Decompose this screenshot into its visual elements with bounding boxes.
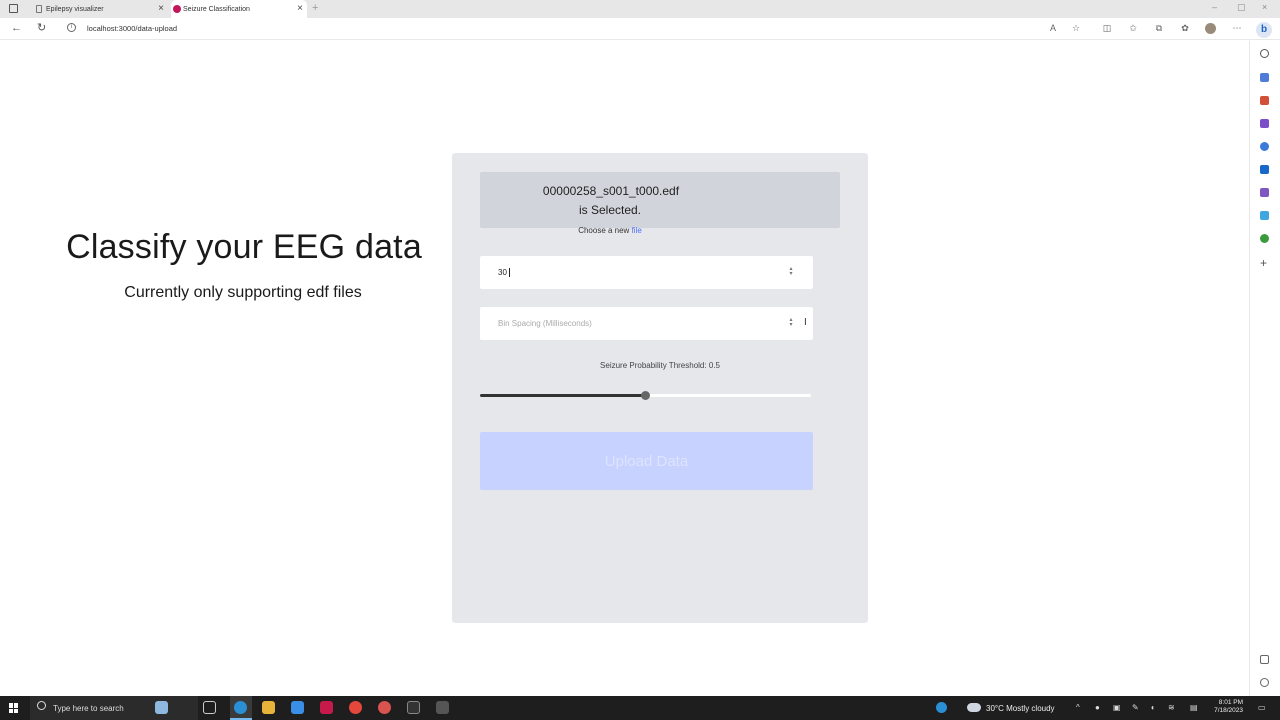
mail-icon[interactable] — [291, 701, 304, 714]
file-selected-text: is Selected. — [578, 203, 642, 217]
slider-fill — [480, 394, 646, 397]
shopping-icon[interactable] — [1260, 73, 1269, 82]
close-icon[interactable]: × — [158, 3, 164, 15]
text-cursor-icon: I — [804, 317, 807, 328]
favorite-star-icon[interactable]: ☆ — [1071, 23, 1081, 33]
tab-title: Epilepsy visualizer — [46, 5, 104, 13]
designer-icon[interactable] — [1260, 188, 1269, 197]
split-screen-icon[interactable]: ◫ — [1102, 23, 1112, 33]
tab-epilepsy-visualizer[interactable]: Epilepsy visualizer × — [34, 0, 168, 18]
add-icon[interactable]: + — [1260, 257, 1269, 269]
tools-icon[interactable] — [1260, 96, 1269, 105]
clock[interactable]: 8:01 PM 7/18/2023 — [1210, 699, 1243, 715]
info-icon[interactable]: i — [67, 23, 76, 32]
app-window-icon[interactable] — [436, 701, 449, 714]
page-icon — [36, 5, 42, 13]
spinner-arrows-icon[interactable]: ▴ ▾ — [788, 266, 794, 277]
weather-text[interactable]: 30°C Mostly cloudy — [986, 704, 1055, 713]
weather-cloud-icon[interactable] — [967, 703, 981, 712]
clock-date: 7/18/2023 — [1214, 707, 1243, 714]
threshold-label: Seizure Probability Threshold: 0.5 — [600, 361, 720, 370]
tab-title: Seizure Classification — [183, 5, 250, 13]
maximize-icon[interactable]: ▢ — [1237, 2, 1246, 13]
clock-time: 8:01 PM — [1218, 699, 1243, 706]
chevron-up-icon[interactable]: ^ — [1076, 703, 1080, 713]
collections-icon[interactable]: ⧉ — [1154, 23, 1164, 33]
new-tab-icon[interactable]: + — [312, 2, 318, 14]
threshold-slider[interactable] — [480, 391, 811, 400]
games-icon[interactable] — [1260, 119, 1269, 128]
edge-tray-icon[interactable] — [936, 702, 947, 713]
wifi-icon[interactable]: ≋ — [1168, 703, 1175, 713]
raspberry-icon[interactable] — [320, 701, 333, 714]
chrome-dev-icon[interactable] — [378, 701, 391, 714]
sidebar-layout-icon[interactable] — [1260, 655, 1269, 664]
file-drop-zone[interactable] — [480, 172, 840, 228]
taskbar-search[interactable]: Type here to search — [30, 696, 198, 720]
address-bar: ← ↻ i localhost:3000/data-upload A ☆ ◫ ✩… — [0, 18, 1280, 40]
favorites-icon[interactable]: ✩ — [1128, 23, 1138, 33]
bing-copilot-icon[interactable]: b — [1256, 22, 1272, 38]
drop-icon[interactable] — [1260, 211, 1269, 220]
close-icon[interactable]: × — [297, 3, 303, 15]
edge-sidebar: + — [1249, 41, 1280, 696]
numeric-input[interactable] — [480, 256, 813, 289]
back-icon[interactable]: ← — [11, 22, 22, 34]
windows-taskbar: Type here to search 30°C Mostly cloudy ^… — [0, 696, 1280, 720]
notifications-icon[interactable]: ▭ — [1258, 703, 1266, 713]
spinner-arrows-icon[interactable]: ▴ ▾ — [788, 317, 794, 328]
selected-file-name: 00000258_s001_t000.edf — [542, 184, 680, 198]
edge-browser-icon[interactable] — [234, 701, 247, 714]
tree-icon[interactable] — [1260, 234, 1269, 243]
more-menu-icon[interactable]: ⋯ — [1232, 23, 1242, 33]
page-subtitle: Currently only supporting edf files — [124, 284, 362, 301]
keyboard-icon[interactable]: ▤ — [1190, 703, 1198, 713]
url-field[interactable]: localhost:3000/data-upload — [87, 24, 177, 33]
close-window-icon[interactable]: × — [1262, 2, 1267, 12]
volume-icon[interactable]: ◖ — [1150, 703, 1155, 713]
choose-prefix: Choose a new — [578, 226, 630, 235]
choose-new-file: Choose a new file — [480, 226, 740, 235]
search-placeholder: Type here to search — [53, 704, 124, 713]
browser-tab-strip: Epilepsy visualizer × Seizure Classifica… — [0, 0, 1280, 18]
microsoft-365-icon[interactable] — [1260, 142, 1269, 151]
network-tray-icon[interactable]: ▣ — [1113, 703, 1121, 713]
task-view-icon[interactable] — [203, 701, 216, 714]
search-highlight-icon[interactable] — [155, 701, 168, 714]
file-explorer-icon[interactable] — [262, 701, 275, 714]
choose-file-link[interactable]: file — [632, 226, 642, 235]
workspaces-icon[interactable] — [9, 4, 18, 13]
bin-spacing-input[interactable] — [480, 307, 813, 340]
search-icon[interactable] — [1260, 49, 1269, 58]
slider-thumb[interactable] — [641, 391, 650, 400]
microphone-icon[interactable]: ● — [1095, 703, 1100, 713]
pen-icon[interactable]: ✎ — [1132, 703, 1139, 713]
app-favicon-icon — [173, 5, 181, 13]
read-aloud-icon[interactable]: A — [1048, 23, 1058, 33]
refresh-icon[interactable]: ↻ — [37, 22, 46, 34]
settings-gear-icon[interactable] — [1260, 678, 1269, 687]
upload-data-button[interactable]: Upload Data — [480, 432, 813, 490]
extensions-icon[interactable]: ✿ — [1180, 23, 1190, 33]
minimize-icon[interactable]: – — [1212, 2, 1217, 12]
chrome-icon[interactable] — [349, 701, 362, 714]
page-title: Classify your EEG data — [66, 228, 422, 266]
profile-avatar[interactable] — [1205, 23, 1216, 34]
tab-seizure-classification[interactable]: Seizure Classification × — [171, 0, 307, 18]
windows-start-icon[interactable] — [9, 703, 19, 713]
text-caret — [509, 268, 510, 277]
terminal-icon[interactable] — [407, 701, 420, 714]
outlook-icon[interactable] — [1260, 165, 1269, 174]
search-icon — [37, 701, 46, 710]
